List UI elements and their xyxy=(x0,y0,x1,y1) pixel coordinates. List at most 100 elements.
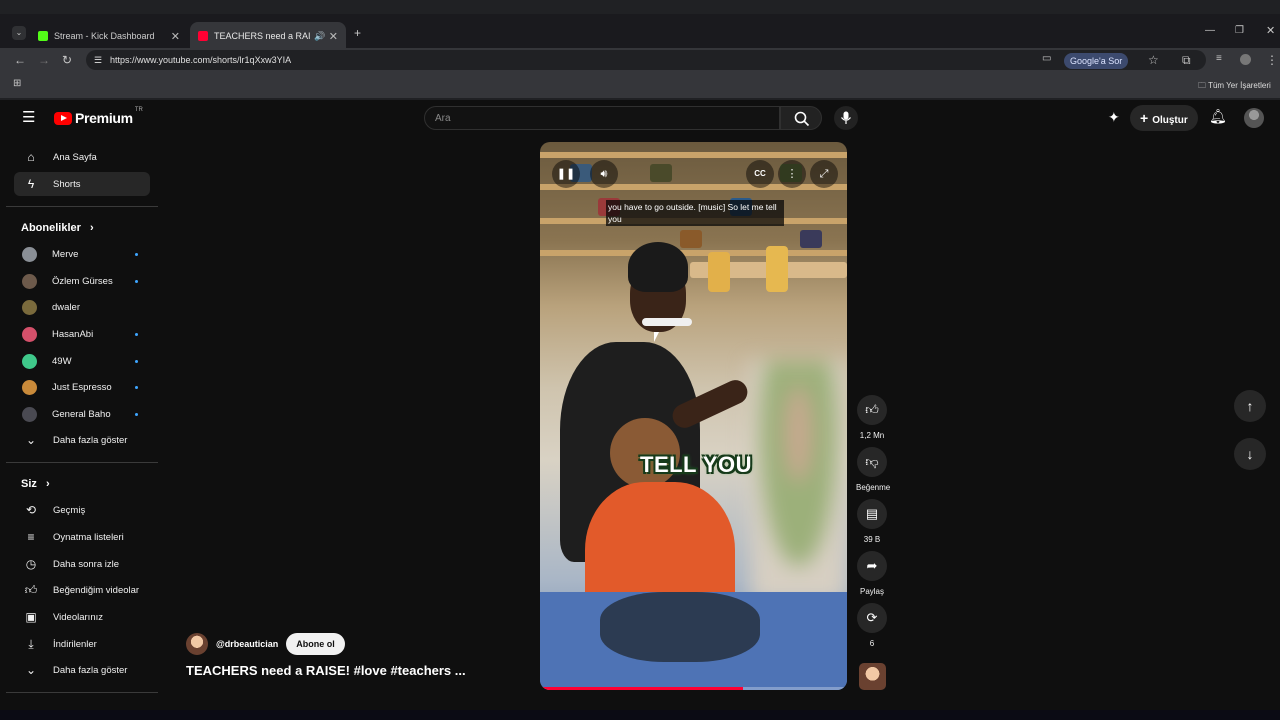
forward-icon[interactable]: → xyxy=(38,54,50,66)
subscription-item[interactable]: 49W xyxy=(14,349,150,373)
video-title[interactable]: TEACHERS need a RAISE! #love #teachers .… xyxy=(186,663,466,678)
sidebar-item-home[interactable]: ⌂ Ana Sayfa xyxy=(14,145,150,169)
youtube-favicon-icon xyxy=(198,31,208,41)
blurred-child xyxy=(750,362,847,602)
close-tab-icon[interactable]: ✕ xyxy=(329,30,338,43)
new-content-dot xyxy=(135,332,138,336)
search-input[interactable]: Ara xyxy=(424,106,780,130)
volume-button[interactable]: 🔊︎ xyxy=(590,160,618,188)
you-title-text: Siz xyxy=(21,478,37,490)
sidebar-item-label: Beğendiğim videolar xyxy=(53,584,140,596)
remix-icon[interactable]: ⟳ xyxy=(857,603,887,633)
tab-kick-dashboard[interactable]: Stream - Kick Dashboard ✕ xyxy=(30,22,188,50)
sidebar-item-downloads[interactable]: ⤓ İndirilenler xyxy=(14,632,150,656)
folder-icon: 🗀 xyxy=(1198,81,1206,90)
like-action[interactable]: 👍︎ 1,2 Mn xyxy=(856,395,888,440)
previous-short-button[interactable]: ↑ xyxy=(1234,390,1266,422)
sidebar-item-label: Ana Sayfa xyxy=(53,151,97,163)
tab-search-icon[interactable]: ⌄ xyxy=(12,26,26,40)
show-more-subscriptions[interactable]: ⌄ Daha fazla göster xyxy=(14,428,150,452)
avatar xyxy=(22,379,37,395)
share-action[interactable]: ➦ Paylaş xyxy=(856,551,888,596)
url-field[interactable]: ☰ https://www.youtube.com/shorts/lr1qXxw… xyxy=(86,50,1206,70)
captions-button[interactable]: CC xyxy=(746,160,774,188)
sound-thumbnail[interactable] xyxy=(856,663,888,690)
subscription-item[interactable]: Özlem Gürses xyxy=(14,269,150,293)
sidebar-item-label: Geçmiş xyxy=(53,504,86,516)
sidebar-item-history[interactable]: ⟲ Geçmiş xyxy=(14,498,150,522)
thumbs-up-icon[interactable]: 👍︎ xyxy=(857,395,887,425)
hamburger-menu-icon[interactable]: ☰ xyxy=(22,110,35,125)
apps-grid-icon[interactable]: ⊞ xyxy=(13,79,21,89)
watch-later-icon: ◷ xyxy=(25,557,37,571)
chevron-down-icon: ⌄ xyxy=(25,663,37,677)
all-bookmarks-folder[interactable]: 🗀 Tüm Yer İşaretleri xyxy=(1198,80,1271,94)
new-tab-icon[interactable]: + xyxy=(354,27,361,39)
comment-count: 39 B xyxy=(863,535,881,544)
voice-search-button[interactable] xyxy=(834,106,858,130)
comment-icon[interactable]: ▤ xyxy=(857,499,887,529)
subscription-item[interactable]: General Baho xyxy=(14,402,150,426)
shorts-video-player[interactable]: ❚❚ 🔊︎ CC ⋮ ⤢ you have to go outside. [mu… xyxy=(540,142,847,690)
sidebar-item-liked-videos[interactable]: 👍︎ Beğendiğim videolar xyxy=(14,578,150,602)
thumbs-down-icon[interactable]: 👎︎ xyxy=(857,447,887,477)
subscriptions-title[interactable]: Abonelikler › xyxy=(21,222,94,234)
subscription-item[interactable]: Just Espresso xyxy=(14,375,150,399)
subscribe-button[interactable]: Abone ol xyxy=(286,633,345,655)
search-button[interactable] xyxy=(780,106,822,130)
reload-icon[interactable]: ↻ xyxy=(62,54,72,66)
bookmark-star-icon[interactable]: ☆ xyxy=(1148,54,1159,66)
sidebar-item-watch-later[interactable]: ◷ Daha sonra izle xyxy=(14,552,150,576)
chevron-right-icon: › xyxy=(45,478,50,490)
dislike-action[interactable]: 👎︎ Beğenme xyxy=(856,447,890,492)
restore-icon[interactable]: ❐ xyxy=(1235,26,1244,36)
site-info-icon[interactable]: ☰ xyxy=(94,55,102,66)
tab-youtube-short[interactable]: TEACHERS need a RAISE! #l 🔊 ✕ xyxy=(190,22,346,50)
create-button[interactable]: + Oluştur xyxy=(1130,105,1198,131)
youtube-logo[interactable]: Premium TR xyxy=(54,107,143,126)
audio-playing-icon[interactable]: 🔊 xyxy=(314,31,325,42)
google-sor-button[interactable]: Google'a Sor xyxy=(1064,53,1129,69)
subscription-item[interactable]: Merve xyxy=(14,242,150,266)
remix-action[interactable]: ⟳ 6 xyxy=(856,603,888,648)
extensions-icon[interactable]: ⧉ xyxy=(1182,54,1191,66)
menu-dots-icon[interactable]: ⋮ xyxy=(1266,54,1278,66)
pause-button[interactable]: ❚❚ xyxy=(552,160,580,188)
close-window-icon[interactable]: ✕ xyxy=(1266,26,1275,37)
close-tab-icon[interactable]: ✕ xyxy=(171,30,180,43)
you-section-title[interactable]: Siz › xyxy=(21,478,50,490)
show-more-you[interactable]: ⌄ Daha fazla göster xyxy=(14,658,150,682)
cast-icon[interactable]: ▭ xyxy=(1042,54,1051,64)
shelf-decoration xyxy=(540,152,847,158)
google-sor-label: Google'a Sor xyxy=(1070,56,1123,66)
notifications-bell-icon[interactable]: 🔔︎ xyxy=(1209,109,1227,123)
comments-action[interactable]: ▤ 39 B xyxy=(856,499,888,544)
next-short-button[interactable]: ↓ xyxy=(1234,438,1266,470)
sound-avatar[interactable] xyxy=(858,663,886,690)
media-control-icon[interactable]: ≡ xyxy=(1216,54,1222,64)
sidebar-item-shorts[interactable]: ϟ Shorts xyxy=(14,172,150,196)
subscription-item[interactable]: HasanAbi xyxy=(14,322,150,346)
shelf-decoration xyxy=(540,184,847,190)
share-label: Paylaş xyxy=(859,587,884,596)
plus-icon: + xyxy=(1140,110,1149,126)
sidebar-item-label: Daha sonra izle xyxy=(53,558,120,570)
channel-avatar[interactable] xyxy=(186,633,208,655)
channel-handle[interactable]: @drbeautician xyxy=(216,639,278,649)
video-progress-bar[interactable] xyxy=(540,687,847,690)
like-count: 1,2 Mn xyxy=(859,431,885,440)
subscription-item[interactable]: dwaler xyxy=(14,295,150,319)
more-options-icon[interactable]: ⋮ xyxy=(778,160,806,188)
minimize-icon[interactable]: — xyxy=(1205,26,1215,36)
account-avatar[interactable] xyxy=(1244,108,1264,128)
new-content-dot xyxy=(135,412,138,416)
sidebar-item-your-videos[interactable]: ▣ Videolarınız xyxy=(14,605,150,629)
sidebar-item-playlists[interactable]: ≡ Oynatma listeleri xyxy=(14,525,150,549)
share-icon[interactable]: ➦ xyxy=(857,551,887,581)
subscription-name: Merve xyxy=(52,248,79,260)
back-icon[interactable]: ← xyxy=(14,54,26,66)
fullscreen-icon[interactable]: ⤢ xyxy=(810,160,838,188)
profile-icon[interactable] xyxy=(1240,54,1251,65)
create-studio-icon[interactable]: ✦ xyxy=(1108,110,1120,124)
url-text: https://www.youtube.com/shorts/lr1qXxw3Y… xyxy=(110,55,292,65)
